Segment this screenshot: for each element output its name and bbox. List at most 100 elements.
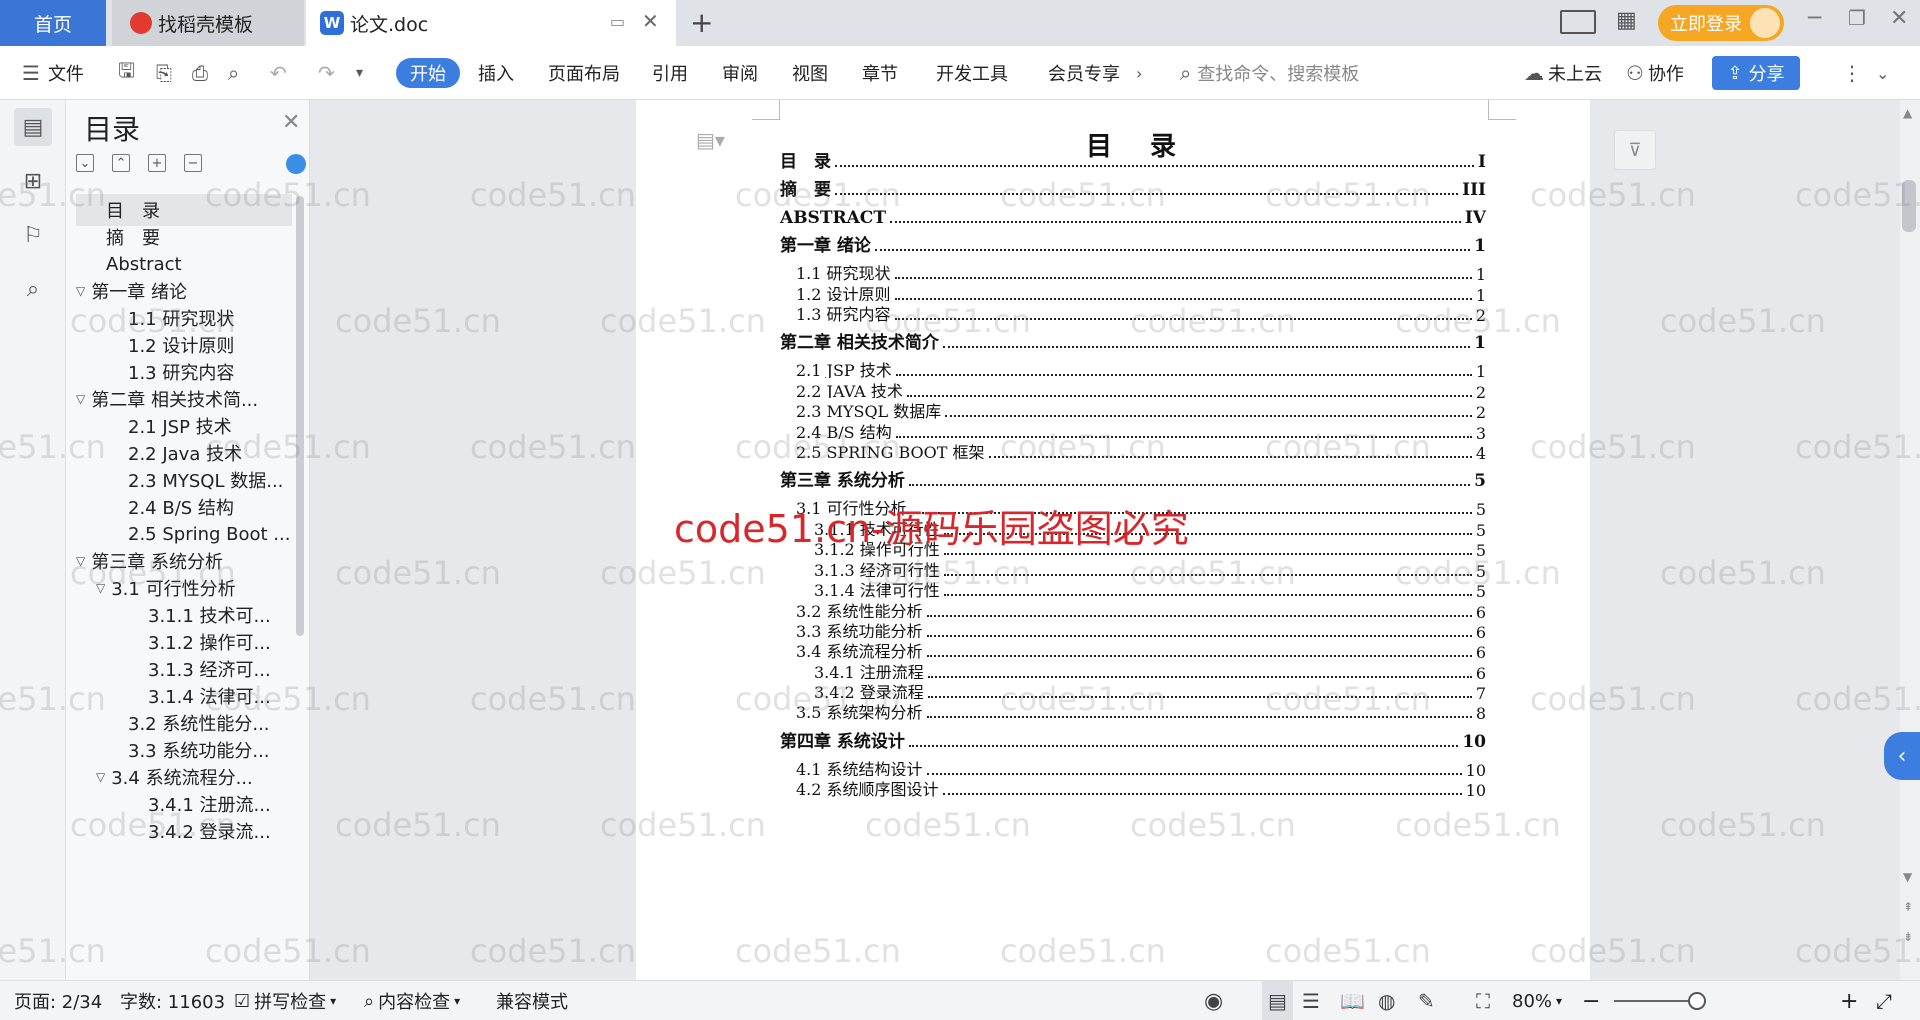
expand-caret-icon[interactable]: ▽ — [76, 284, 85, 298]
web-view-icon[interactable]: ◍ — [1378, 981, 1395, 1020]
toc-entry-page: 8 — [1475, 704, 1486, 723]
expand-caret-icon[interactable]: ▽ — [76, 554, 85, 568]
toc-panel-item-label: 2.5 Spring Boot ... — [128, 523, 291, 545]
zoom-slider-handle[interactable] — [1688, 992, 1706, 1010]
zoom-out-icon[interactable]: − — [1582, 981, 1600, 1020]
expand-up-icon[interactable]: ⌃ — [112, 154, 130, 172]
toc-panel-item-label: 3.1.2 操作可... — [148, 633, 271, 654]
toc-entry[interactable]: 第四章 系统设计 10 — [780, 727, 1486, 752]
ribbon-tab-developer[interactable]: 开发工具 — [936, 46, 1008, 100]
close-icon[interactable]: ✕ — [282, 110, 300, 135]
more-icon[interactable]: ⋮ — [1842, 46, 1862, 100]
print-icon[interactable]: ⎙ — [192, 46, 208, 100]
ribbon-tab-chapter[interactable]: 章节 — [862, 46, 898, 100]
save-icon[interactable]: 🖫 — [118, 46, 135, 100]
spell-check[interactable]: ☑ 拼写检查 ▾ — [234, 981, 336, 1020]
scroll-up-icon[interactable]: ▲ — [1903, 106, 1912, 120]
login-button[interactable]: 立即登录 — [1658, 5, 1784, 41]
toc-entry-leader — [926, 716, 1472, 718]
minimize-icon[interactable]: ─ — [1808, 6, 1821, 31]
bookmark-icon[interactable]: ⚐ — [14, 216, 52, 254]
remove-level-icon[interactable]: − — [184, 154, 202, 172]
content-check-label: 内容检查 — [378, 992, 451, 1013]
toc-view-icon[interactable]: ▤ — [14, 108, 52, 146]
toc-panel-item-label: Abstract — [106, 253, 182, 275]
toc-entry[interactable]: 1.3 研究内容 2 — [796, 301, 1486, 325]
ribbon-tab-start[interactable]: 开始 — [396, 58, 460, 88]
side-panel-toggle-icon[interactable]: ‹ — [1884, 732, 1920, 780]
ribbon-tab-layout[interactable]: 页面布局 — [548, 46, 620, 100]
toc-entry[interactable]: 4.2 系统顺序图设计 10 — [796, 776, 1486, 800]
ribbon-tab-view[interactable]: 视图 — [792, 46, 828, 100]
page-indicator[interactable]: 页面: 2/34 — [14, 981, 102, 1020]
toc-entry[interactable]: 摘 要 III — [780, 175, 1486, 200]
toc-entry[interactable]: ABSTRACT IV — [780, 204, 1486, 228]
toc-entry[interactable]: 第三章 系统分析 5 — [780, 466, 1486, 491]
expand-caret-icon[interactable]: ▽ — [96, 770, 105, 784]
cloud-status[interactable]: ☁ 未上云 — [1524, 46, 1602, 100]
ribbon-tab-insert[interactable]: 插入 — [478, 46, 514, 100]
toc-entry[interactable]: 目 录I — [780, 147, 1486, 172]
toc-entry-title: 第二章 相关技术简介 — [780, 328, 941, 353]
toc-scrollbar[interactable] — [296, 196, 304, 636]
scroll-down-icon[interactable]: ▼ — [1903, 870, 1912, 884]
toc-entry-leader — [926, 635, 1472, 637]
vertical-scrollbar[interactable] — [1902, 180, 1916, 232]
content-check[interactable]: ⌕ 内容检查 ▾ — [364, 981, 460, 1020]
ribbon-tab-references[interactable]: 引用 — [652, 46, 688, 100]
write-mode-icon[interactable]: ✎ — [1418, 981, 1435, 1020]
apps-grid-icon[interactable]: ▦ — [1616, 8, 1637, 33]
toc-entry[interactable]: 第一章 绪论 1 — [780, 231, 1486, 256]
collapse-ribbon-icon[interactable]: ⌄ — [1876, 46, 1889, 100]
collab-button[interactable]: ⚇ 协作 — [1626, 46, 1684, 100]
prev-page-icon[interactable]: ⇞ — [1903, 900, 1913, 914]
expand-caret-icon[interactable]: ▽ — [96, 581, 105, 595]
more-dropdown-icon[interactable]: ▾ — [356, 46, 363, 100]
undo-icon[interactable]: ↶ — [270, 46, 287, 100]
ai-assistant-icon[interactable] — [286, 154, 306, 174]
new-tab-button[interactable]: + — [690, 6, 713, 39]
redo-icon[interactable]: ↷ — [318, 46, 335, 100]
add-level-icon[interactable]: + — [148, 154, 166, 172]
reading-view-icon[interactable]: 📖 — [1340, 981, 1365, 1020]
navigation-icon[interactable]: ⊞ — [14, 162, 52, 200]
tab-document[interactable]: W 论文.doc ▭ ✕ — [306, 0, 676, 46]
preview-icon[interactable]: ⌕ — [228, 46, 239, 100]
find-icon[interactable]: ⌕ — [14, 270, 52, 308]
toc-entry[interactable]: 3.5 系统架构分析 8 — [796, 699, 1486, 723]
tab-templates[interactable]: 找稻壳模板 — [112, 0, 304, 46]
zoom-slider[interactable] — [1614, 1000, 1696, 1002]
toc-entry[interactable]: 2.5 SPRING BOOT 框架 4 — [796, 439, 1486, 463]
paste-options-icon[interactable]: ▤▾ — [696, 128, 725, 152]
toc-panel-item[interactable]: 3.4.2 登录流... — [76, 815, 292, 847]
chevron-right-icon[interactable]: › — [1136, 46, 1142, 100]
ribbon-tab-review[interactable]: 审阅 — [722, 46, 758, 100]
next-page-icon[interactable]: ⇟ — [1903, 930, 1913, 944]
outline-view-icon[interactable]: ☰ — [1302, 981, 1320, 1020]
tab-home[interactable]: 首页 — [0, 0, 106, 46]
close-window-icon[interactable]: ✕ — [1890, 6, 1908, 31]
screen-icon[interactable]: ▭ — [610, 12, 625, 31]
toc-entry-title: 4.2 系统顺序图设计 — [796, 776, 941, 800]
layout-icon[interactable] — [1560, 10, 1596, 34]
share-button[interactable]: ⇪ 分享 — [1712, 56, 1800, 90]
close-tab-icon[interactable]: ✕ — [642, 9, 659, 33]
maximize-icon[interactable]: ❐ — [1848, 6, 1866, 30]
zoom-in-icon[interactable]: + — [1840, 981, 1858, 1020]
fullscreen-icon[interactable]: ⤢ — [1876, 981, 1892, 1020]
file-menu[interactable]: ☰ 文件 — [22, 46, 84, 100]
filter-icon[interactable]: ⊽ — [1614, 130, 1656, 170]
collapse-all-icon[interactable]: ⌄ — [76, 154, 94, 172]
command-search[interactable]: ⌕ 查找命令、搜索模板 — [1180, 46, 1359, 100]
toc-panel-item-label: 1.1 研究现状 — [128, 309, 235, 330]
export-icon[interactable]: ⎘ — [156, 46, 172, 100]
toc-entry[interactable]: 第二章 相关技术简介 1 — [780, 328, 1486, 353]
ribbon-tab-member[interactable]: 会员专享 — [1048, 46, 1120, 100]
zoom-level[interactable]: 80% ▾ — [1512, 981, 1562, 1020]
toc-panel-item-label: 3.4 系统流程分... — [111, 768, 253, 789]
fit-page-icon[interactable]: ⛶ — [1476, 981, 1490, 1020]
expand-caret-icon[interactable]: ▽ — [76, 392, 85, 406]
eye-protect-icon[interactable]: ◉ — [1204, 981, 1223, 1020]
word-count[interactable]: 字数: 11603 — [120, 981, 225, 1020]
page-view-icon[interactable]: ▤ — [1262, 981, 1293, 1020]
